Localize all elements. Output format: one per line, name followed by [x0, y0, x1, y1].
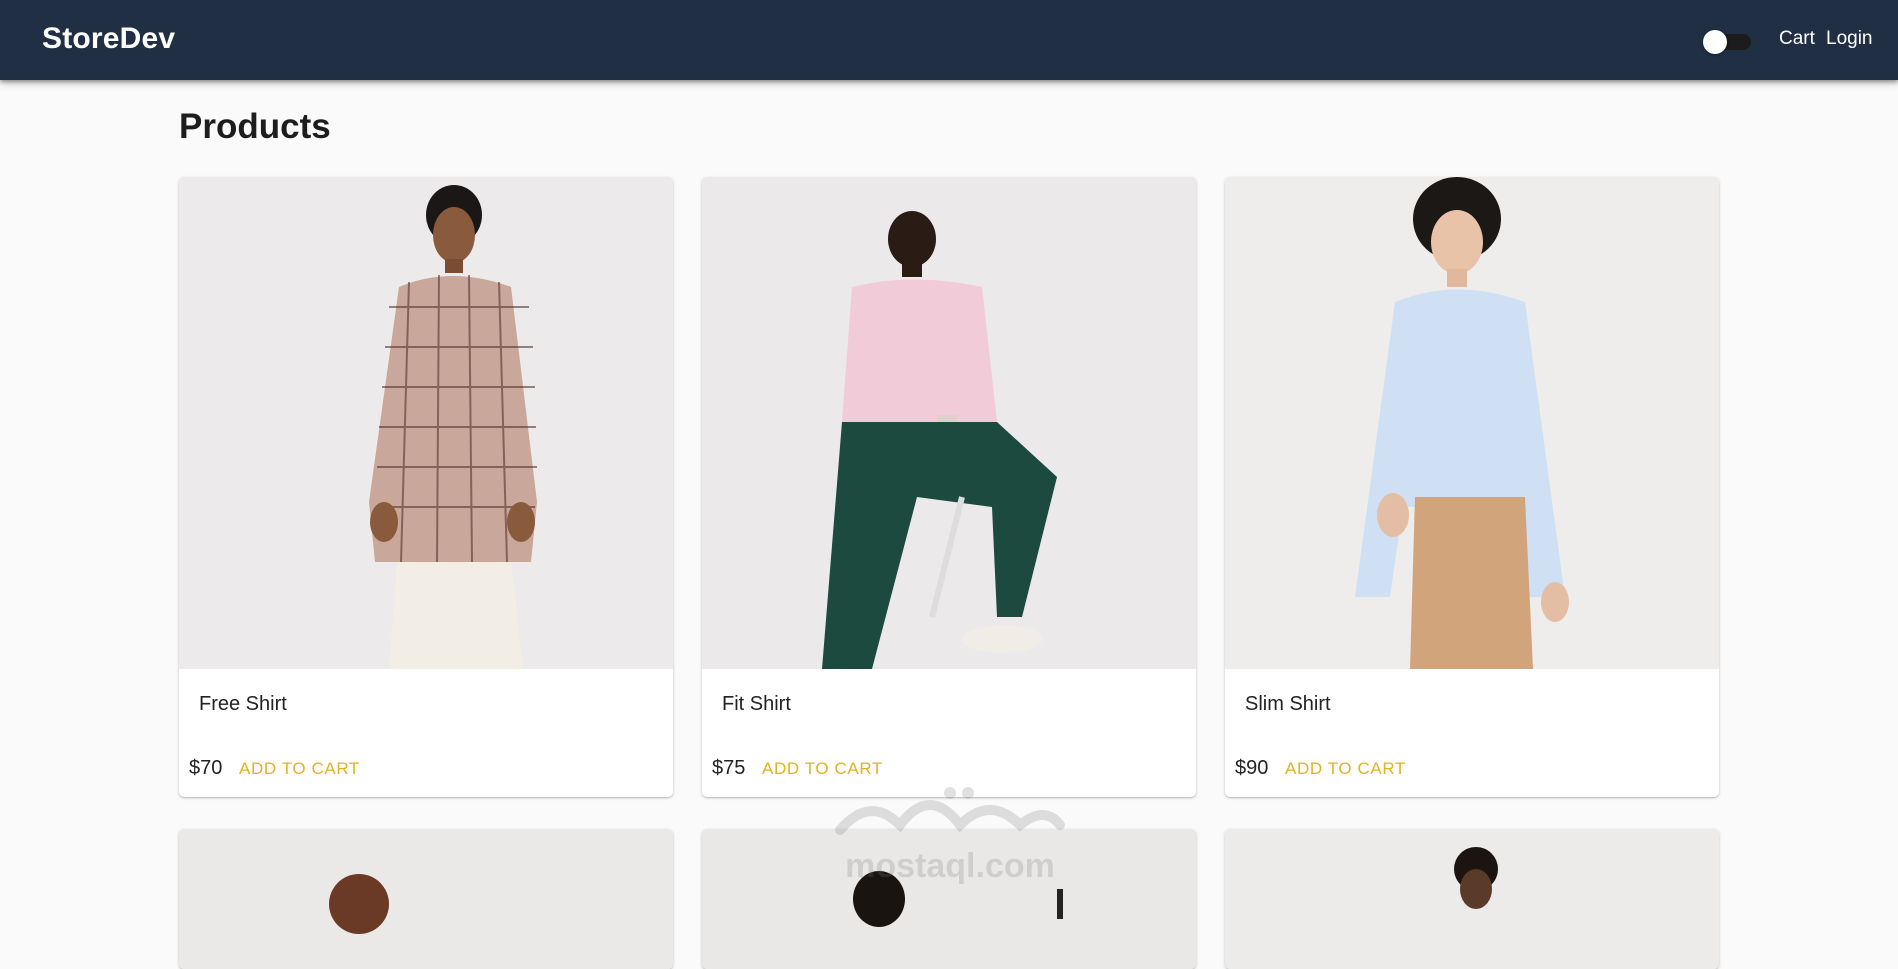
product-image[interactable] — [179, 829, 673, 969]
product-card: Free Shirt $70 ADD TO CART — [179, 177, 673, 797]
product-title[interactable]: Slim Shirt — [1245, 693, 1331, 716]
product-image[interactable] — [1225, 829, 1719, 969]
product-card-partial — [179, 829, 673, 969]
theme-toggle[interactable] — [1703, 30, 1753, 54]
product-image[interactable] — [702, 177, 1196, 669]
page-title: Products — [179, 107, 331, 146]
login-link[interactable]: Login — [1826, 28, 1873, 50]
add-to-cart-button[interactable]: ADD TO CART — [239, 759, 360, 779]
product-image[interactable] — [702, 829, 1196, 969]
product-card-partial — [1225, 829, 1719, 969]
product-price: $90 — [1235, 757, 1269, 779]
product-price: $75 — [712, 757, 746, 779]
add-to-cart-button[interactable]: ADD TO CART — [1285, 759, 1406, 779]
product-price: $70 — [189, 757, 223, 779]
brand-logo[interactable]: StoreDev — [42, 22, 175, 56]
toggle-thumb[interactable] — [1703, 30, 1727, 54]
cart-link[interactable]: Cart — [1779, 28, 1815, 50]
product-image[interactable] — [1225, 177, 1719, 669]
product-card-partial — [702, 829, 1196, 969]
product-card: Slim Shirt $90 ADD TO CART — [1225, 177, 1719, 797]
add-to-cart-button[interactable]: ADD TO CART — [762, 759, 883, 779]
app-bar: StoreDev Cart Login — [0, 0, 1898, 80]
product-title[interactable]: Fit Shirt — [722, 693, 791, 716]
product-image[interactable] — [179, 177, 673, 669]
product-card: Fit Shirt $75 ADD TO CART — [702, 177, 1196, 797]
product-title[interactable]: Free Shirt — [199, 693, 287, 716]
